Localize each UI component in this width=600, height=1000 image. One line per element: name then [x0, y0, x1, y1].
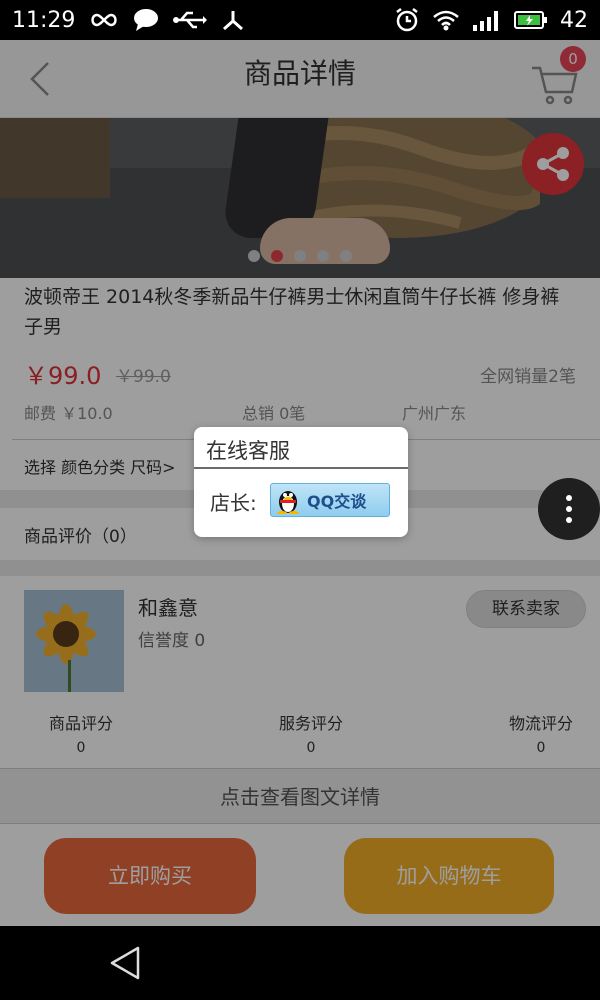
- battery-icon: [514, 11, 547, 29]
- qq-chat-label: QQ交谈: [307, 492, 367, 511]
- more-icon: [566, 506, 572, 512]
- system-nav-bar: [0, 926, 600, 1000]
- dialog-divider: [194, 467, 408, 469]
- chat-icon: [134, 9, 159, 31]
- nav-back-icon[interactable]: [106, 944, 144, 982]
- wifi-icon: [433, 10, 459, 31]
- signal-icon: [473, 11, 498, 31]
- battery-level: 42: [560, 7, 588, 33]
- usb-icon: [173, 11, 208, 29]
- shop-owner-label: 店长:: [210, 491, 257, 515]
- more-icon: [566, 517, 572, 523]
- customer-service-dialog: 在线客服 店长: QQ交谈: [194, 427, 408, 537]
- qq-penguin-icon: [277, 491, 299, 514]
- status-time: 11:29: [12, 7, 76, 33]
- infinity-icon: [91, 13, 118, 27]
- more-icon: [566, 495, 572, 501]
- share-status-icon: [223, 11, 244, 31]
- more-button[interactable]: [538, 478, 600, 540]
- dialog-title: 在线客服: [206, 439, 290, 463]
- alarm-icon: [396, 8, 418, 32]
- status-bar: 11:29 42: [0, 0, 600, 40]
- qq-chat-button[interactable]: QQ交谈: [270, 483, 390, 517]
